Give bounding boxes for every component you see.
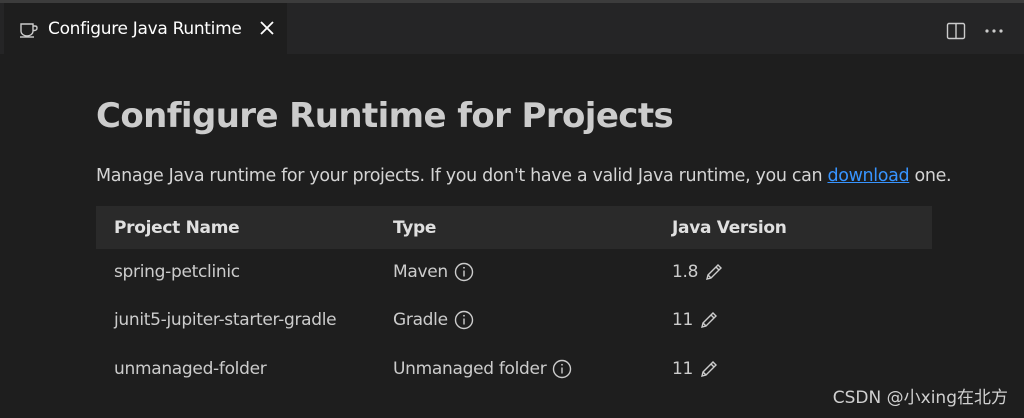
edit-pencil-icon[interactable] (704, 262, 724, 282)
edit-pencil-icon[interactable] (699, 359, 719, 379)
page-description: Manage Java runtime for your projects. I… (96, 166, 952, 186)
coffee-cup-icon (18, 18, 40, 40)
close-icon[interactable] (256, 17, 278, 39)
project-type: Gradle (375, 295, 654, 344)
project-name: spring-petclinic (114, 262, 240, 282)
java-version-value: 11 (672, 358, 694, 379)
project-type: Unmanaged folder (375, 344, 654, 393)
info-icon[interactable] (552, 359, 572, 379)
page-title: Configure Runtime for Projects (96, 96, 674, 136)
info-icon[interactable] (454, 310, 474, 330)
description-text-end: one. (909, 166, 952, 186)
java-version: 1.8 (654, 249, 932, 295)
table-row: unmanaged-folder Unmanaged folder 11 (96, 344, 932, 393)
tab-title: Configure Java Runtime (48, 18, 242, 39)
java-version: 11 (654, 295, 932, 344)
project-type-label: Maven (393, 262, 448, 282)
editor-tab-bar: Configure Java Runtime (0, 0, 1024, 54)
editor-actions (944, 19, 1006, 43)
split-editor-icon[interactable] (944, 19, 968, 43)
project-name: junit5-jupiter-starter-gradle (114, 309, 337, 330)
edit-pencil-icon[interactable] (699, 310, 719, 330)
table-header-row: Project Name Type Java Version (96, 206, 932, 249)
column-header-java-version: Java Version (672, 217, 787, 238)
download-link[interactable]: download (827, 166, 909, 186)
column-header-type: Type (393, 217, 437, 238)
more-actions-icon[interactable] (982, 19, 1006, 43)
java-version-value: 1.8 (672, 262, 699, 282)
table-row: junit5-jupiter-starter-gradle Gradle 11 (96, 295, 932, 344)
project-type: Maven (375, 249, 654, 295)
info-icon[interactable] (454, 262, 474, 282)
project-name: unmanaged-folder (114, 358, 267, 379)
column-header-project-name: Project Name (114, 217, 240, 238)
project-type-label: Gradle (393, 309, 448, 330)
description-text: Manage Java runtime for your projects. I… (96, 166, 828, 186)
java-version-value: 11 (672, 309, 694, 330)
tab-configure-java-runtime[interactable]: Configure Java Runtime (4, 3, 287, 54)
watermark: CSDN @小xing在北方 (832, 388, 1008, 408)
runtime-table: Project Name Type Java Version spring-pe… (96, 206, 932, 393)
project-type-label: Unmanaged folder (393, 358, 547, 379)
table-row: spring-petclinic Maven 1.8 (96, 249, 932, 295)
